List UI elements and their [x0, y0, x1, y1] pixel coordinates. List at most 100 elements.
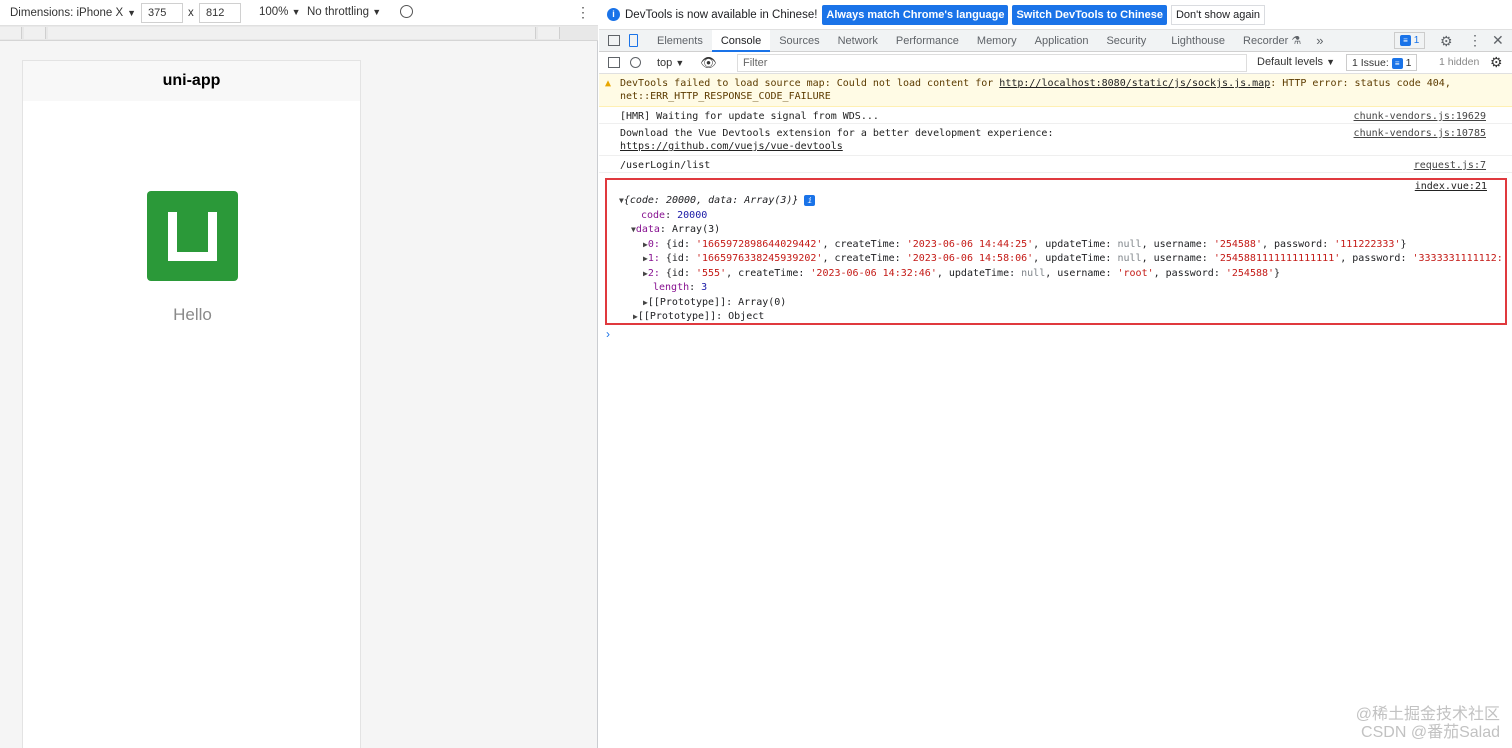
zoom-dropdown[interactable]: 100% ▼ [259, 6, 301, 18]
console-prompt-icon[interactable]: › [606, 327, 610, 341]
throttling-dropdown[interactable]: No throttling ▼ [307, 6, 381, 18]
console-log-hmr: [HMR] Waiting for update signal from WDS… [599, 107, 1512, 124]
source-link[interactable]: chunk-vendors.js:19629 [1354, 110, 1486, 123]
sidebar-toggle-icon[interactable] [608, 57, 620, 68]
console-messages: ▲ DevTools failed to load source map: Co… [599, 74, 1512, 173]
context-selector[interactable]: top ▼ [657, 57, 684, 69]
flask-icon: ⚗ [1291, 34, 1302, 47]
chevron-down-icon: ▼ [291, 7, 301, 17]
data-property[interactable]: ▼data: Array(3) [631, 223, 720, 236]
console-log-vue: Download the Vue Devtools extension for … [599, 124, 1512, 156]
property-value: 20000 [677, 210, 708, 221]
info-icon: i [804, 195, 816, 206]
console-toolbar: top ▼ 👁 Filter Default levels ▼ 1 Issue:… [599, 52, 1512, 74]
ruler-segment[interactable] [538, 27, 560, 39]
tab-recorder[interactable]: Recorder ⚗ [1234, 30, 1310, 52]
hello-text: Hello [173, 305, 212, 324]
array-prototype[interactable]: ▶[[Prototype]]: Array(0) [643, 296, 786, 309]
warning-line-2: net::ERR_HTTP_RESPONSE_CODE_FAILURE [620, 91, 831, 102]
more-options-icon[interactable]: ⋮ [1468, 32, 1482, 49]
uni-app-logo [147, 191, 238, 281]
chevron-down-icon: ▼ [372, 7, 382, 17]
tab-elements[interactable]: Elements [648, 30, 712, 52]
watermark: @稀土掘金技术社区 CSDN @番茄Salad [1356, 706, 1500, 742]
array-item[interactable]: ▶0: {id: '1665972898644029442', createTi… [643, 238, 1407, 251]
chevron-down-icon: ▼ [127, 7, 137, 18]
watermark-line-2: CSDN @番茄Salad [1361, 724, 1500, 741]
array-item[interactable]: ▶2: {id: '555', createTime: '2023-06-06 … [643, 267, 1280, 280]
tab-application[interactable]: Application [1026, 30, 1098, 52]
switch-chinese-button[interactable]: Switch DevTools to Chinese [1012, 4, 1167, 25]
chevron-down-icon: ▼ [1326, 57, 1336, 67]
device-toggle-icon[interactable] [629, 34, 638, 47]
issues-count: 1 [1405, 57, 1412, 69]
item-username: '254588' [1213, 239, 1262, 250]
source-link[interactable]: index.vue:21 [1415, 180, 1487, 193]
filter-input[interactable]: Filter [737, 54, 1247, 72]
length-property: length: 3 [653, 282, 708, 293]
property-key: length [653, 282, 690, 293]
settings-icon[interactable]: ⚙ [1440, 33, 1453, 50]
log-text: [HMR] Waiting for update signal from WDS… [620, 111, 879, 122]
device-viewport: uni-app Hello [22, 60, 361, 748]
clear-console-icon[interactable] [630, 57, 641, 68]
eye-icon[interactable]: 👁 [700, 55, 717, 71]
ruler-segment[interactable] [48, 27, 536, 39]
item-updatetime: null [1117, 239, 1142, 250]
issues-counter-button[interactable]: ≡ 1 [1394, 32, 1426, 49]
array-item[interactable]: ▶1: {id: '1665976338245939202', createTi… [643, 252, 1505, 265]
info-icon: i [607, 8, 620, 21]
issues-button[interactable]: 1 Issue: ≡ 1 [1346, 54, 1418, 71]
item-end: } [1274, 268, 1281, 279]
rotate-icon[interactable] [400, 5, 413, 18]
prototype-text: [[Prototype]]: Object [637, 311, 765, 322]
match-language-button[interactable]: Always match Chrome's language [822, 4, 1009, 25]
item-username: 'root' [1117, 268, 1154, 279]
item-password: '111222333' [1334, 239, 1401, 250]
logo-u-icon [168, 212, 217, 261]
item-createtime: '2023-06-06 14:44:25' [906, 239, 1034, 250]
source-link[interactable]: chunk-vendors.js:10785 [1354, 127, 1486, 140]
more-tabs-icon[interactable]: » [1316, 33, 1323, 48]
inspect-icon[interactable] [608, 35, 620, 46]
issue-icon: ≡ [1400, 35, 1411, 46]
tab-network[interactable]: Network [829, 30, 887, 52]
log-text: /userLogin/list [620, 160, 711, 171]
ruler-segment[interactable] [24, 27, 46, 39]
media-query-ruler[interactable] [0, 26, 598, 41]
dimensions-dropdown[interactable]: Dimensions: iPhone X [10, 7, 123, 19]
object-prototype[interactable]: ▶[[Prototype]]: Object [633, 310, 764, 323]
warning-text-end: : HTTP error: status code 404, [1270, 78, 1451, 89]
warning-icon: ▲ [605, 78, 612, 89]
settings-icon[interactable]: ⚙ [1490, 54, 1503, 71]
tab-performance[interactable]: Performance [887, 30, 968, 52]
chevron-down-icon: ▼ [675, 57, 685, 68]
more-options-icon[interactable]: ⋮ [576, 4, 590, 21]
console-log-userlogin: /userLogin/list request.js:7 [599, 156, 1512, 173]
tab-lighthouse[interactable]: Lighthouse [1155, 30, 1234, 52]
hidden-count: 1 hidden [1439, 56, 1480, 68]
tab-memory[interactable]: Memory [968, 30, 1026, 52]
issues-count: 1 [1413, 35, 1420, 46]
throttling-label: No throttling [307, 6, 370, 18]
log-levels-label: Default levels [1257, 56, 1324, 68]
vue-devtools-link[interactable]: https://github.com/vuejs/vue-devtools [620, 140, 1512, 153]
item-password: '3333331111112: [1412, 253, 1503, 264]
source-link[interactable]: request.js:7 [1414, 159, 1486, 172]
tab-sources[interactable]: Sources [770, 30, 828, 52]
sourcemap-link[interactable]: http://localhost:8080/static/js/sockjs.j… [999, 78, 1270, 89]
property-value: 3 [701, 282, 708, 293]
tab-console[interactable]: Console [711, 29, 771, 52]
object-summary[interactable]: ▼{code: 20000, data: Array(3)} i [619, 194, 816, 207]
infobar-text: DevTools is now available in Chinese! [625, 8, 818, 21]
tab-security[interactable]: Security [1097, 30, 1155, 52]
zoom-label: 100% [259, 6, 289, 18]
width-input[interactable]: 375 [141, 3, 183, 23]
item-createtime: '2023-06-06 14:32:46' [810, 268, 937, 279]
height-input[interactable]: 812 [199, 3, 241, 23]
ruler-segment[interactable] [0, 27, 22, 39]
item-id: '1665972898644029442' [696, 239, 823, 250]
dont-show-button[interactable]: Don't show again [1170, 4, 1266, 25]
close-icon[interactable]: ✕ [1492, 32, 1504, 49]
log-levels-dropdown[interactable]: Default levels ▼ [1257, 56, 1335, 68]
